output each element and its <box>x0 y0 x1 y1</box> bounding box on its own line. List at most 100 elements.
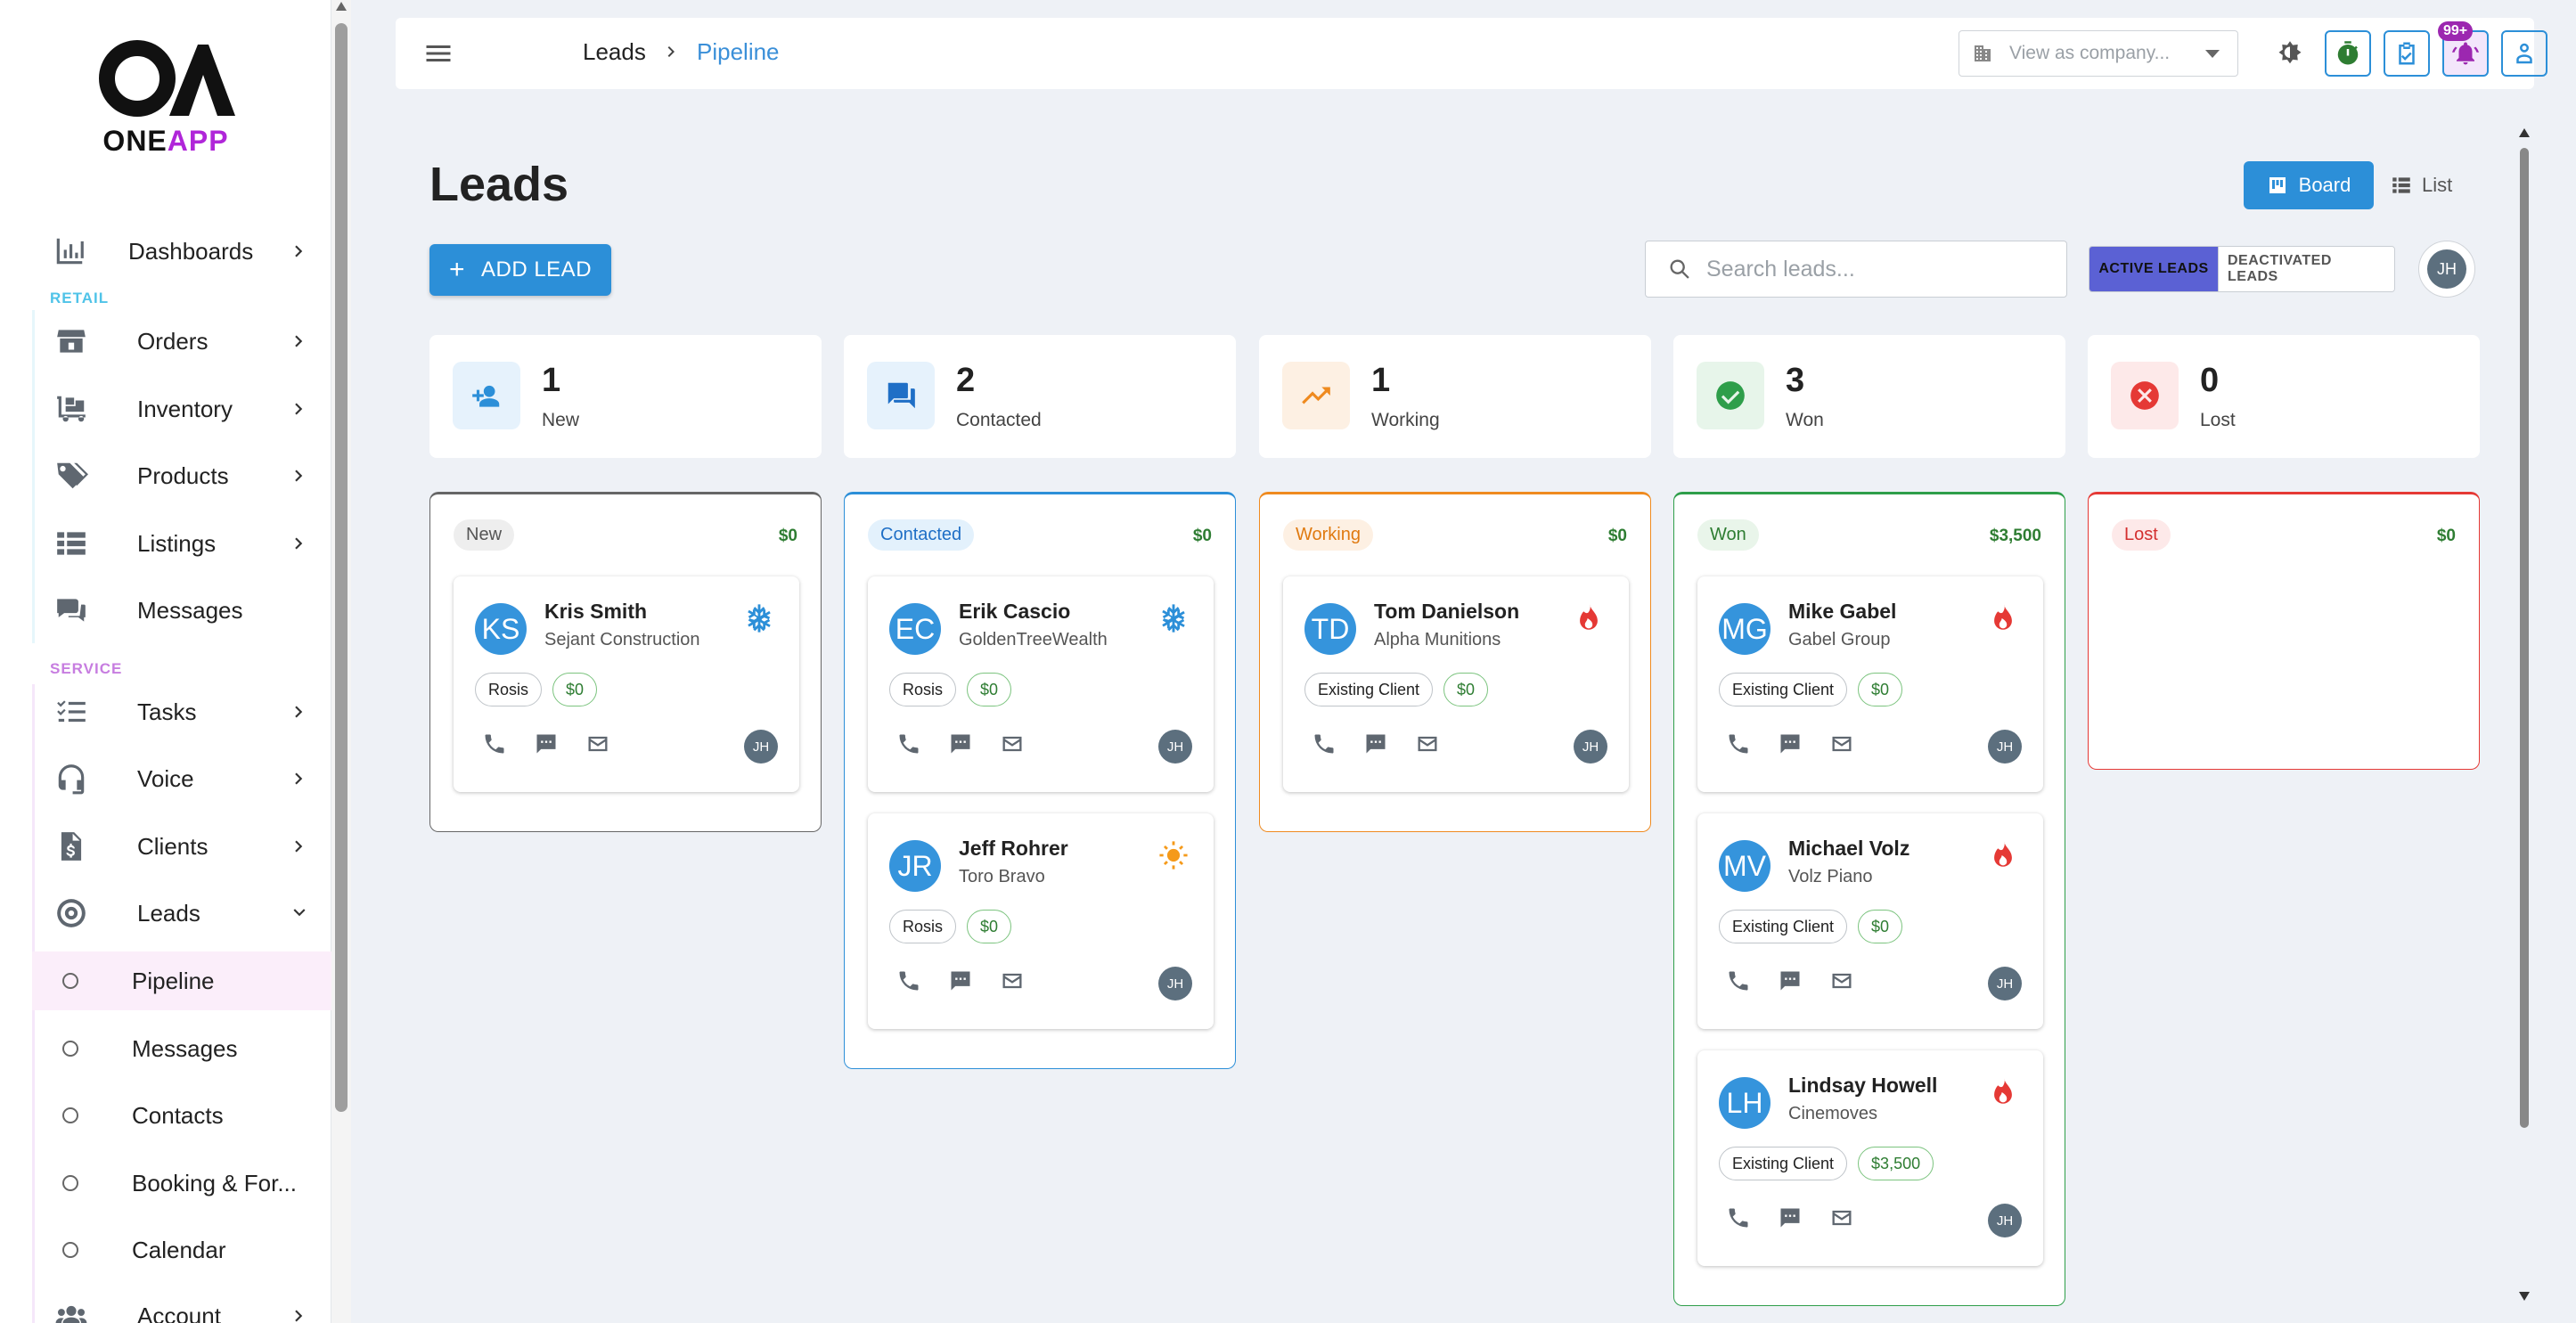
sidebar-item-inventory[interactable]: Inventory <box>32 381 317 437</box>
sidebar-item-clients[interactable]: Clients <box>32 819 317 874</box>
sidebar-item-messages[interactable]: Messages <box>32 583 317 638</box>
phone-icon[interactable] <box>895 730 923 758</box>
column-header: Won $3,500 <box>1697 519 2041 551</box>
user-filter-chip[interactable]: JH <box>2418 241 2475 298</box>
sms-icon[interactable] <box>946 730 975 758</box>
task-check-icon[interactable] <box>2384 30 2430 77</box>
scrollbar-thumb[interactable] <box>335 23 348 1112</box>
sidebar-subitem-contacts[interactable]: Contacts <box>32 1086 331 1145</box>
owner-avatar[interactable]: JH <box>1988 730 2022 764</box>
chevron-right-icon <box>661 41 683 62</box>
sidebar-subitem-pipeline[interactable]: Pipeline <box>32 951 331 1010</box>
sidebar-subitem-messages[interactable]: Messages <box>32 1019 331 1078</box>
sidebar-scrollbar[interactable] <box>331 0 351 1323</box>
owner-avatar[interactable]: JH <box>1158 730 1192 764</box>
column-header: Contacted $0 <box>868 519 1212 551</box>
column-total: $3,500 <box>1989 527 2041 545</box>
pipeline-column-working: Working $0 TD Tom Danielson Alpha Munitions E… <box>1259 492 1651 832</box>
email-icon[interactable] <box>584 730 612 758</box>
email-icon[interactable] <box>1828 1204 1856 1232</box>
lead-card[interactable]: MV Michael Volz Volz Piano Existing Client $… <box>1697 813 2043 1029</box>
avatar: TD <box>1304 603 1356 655</box>
sidebar-subitem-booking[interactable]: Booking & For... <box>32 1154 331 1213</box>
chevron-down-icon <box>282 895 317 931</box>
oneapp-logo[interactable]: ONEAPP <box>94 39 237 157</box>
lead-card[interactable]: JR Jeff Rohrer Toro Bravo Rosis $0 JH <box>868 813 1214 1029</box>
fire-icon[interactable] <box>1988 1077 2018 1107</box>
sidebar-item-voice[interactable]: Voice <box>32 751 317 806</box>
board-view-button[interactable]: Board <box>2244 161 2374 209</box>
phone-icon[interactable] <box>480 730 509 758</box>
sidebar-item-label: Tasks <box>137 698 197 725</box>
search-box <box>1645 241 2067 298</box>
phone-icon[interactable] <box>1724 1204 1753 1232</box>
sms-icon[interactable] <box>946 967 975 995</box>
dolly-icon <box>52 391 91 427</box>
lead-value-tag: $0 <box>967 673 1012 706</box>
lead-card[interactable]: TD Tom Danielson Alpha Munitions Existing C… <box>1283 576 1629 792</box>
breadcrumb-leads[interactable]: Leads <box>583 38 646 66</box>
sidebar-item-leads[interactable]: Leads <box>32 886 317 941</box>
sidebar: ONEAPP Dashboards RETAIL Orders Inventor… <box>0 0 331 1323</box>
owner-avatar[interactable]: JH <box>744 730 778 764</box>
phone-icon[interactable] <box>895 967 923 995</box>
fire-icon[interactable] <box>1988 603 2018 633</box>
owner-avatar[interactable]: JH <box>1158 967 1192 1000</box>
invoice-icon <box>52 829 91 864</box>
user-profile-icon[interactable] <box>2501 30 2547 77</box>
email-icon[interactable] <box>1828 730 1856 758</box>
sms-icon[interactable] <box>1776 967 1804 995</box>
sms-icon[interactable] <box>1776 730 1804 758</box>
lead-card[interactable]: KS Kris Smith Sejant Construction Rosis $0 JH <box>454 576 799 792</box>
fire-icon[interactable] <box>1574 603 1604 633</box>
list-view-button[interactable]: List <box>2390 161 2470 209</box>
sidebar-item-dashboards[interactable]: Dashboards <box>32 224 317 279</box>
lead-company: Alpha Munitions <box>1374 630 1501 649</box>
active-leads-toggle[interactable]: ACTIVE LEADS <box>2089 247 2218 291</box>
timer-icon[interactable] <box>2325 30 2371 77</box>
lead-card[interactable]: MG Mike Gabel Gabel Group Existing Client $0… <box>1697 576 2043 792</box>
scroll-up-arrow[interactable] <box>336 2 347 11</box>
scroll-down-arrow[interactable] <box>2519 1292 2530 1301</box>
email-icon[interactable] <box>998 730 1026 758</box>
circle-outline-icon <box>62 1041 78 1057</box>
sidebar-item-account[interactable]: Account <box>32 1288 317 1323</box>
kanban-icon <box>2269 177 2286 193</box>
company-select[interactable]: View as company... <box>1959 30 2238 77</box>
email-icon[interactable] <box>1413 730 1442 758</box>
main-scrollbar[interactable] <box>2516 125 2532 1323</box>
sun-icon[interactable] <box>1158 840 1189 870</box>
snowflake-icon[interactable] <box>1158 603 1189 633</box>
sms-icon[interactable] <box>532 730 560 758</box>
theme-toggle-icon[interactable] <box>2267 30 2313 77</box>
email-icon[interactable] <box>998 967 1026 995</box>
menu-icon[interactable] <box>422 37 454 69</box>
sidebar-item-tasks[interactable]: Tasks <box>32 684 317 739</box>
sidebar-item-listings[interactable]: Listings <box>32 516 317 571</box>
snowflake-icon[interactable] <box>744 603 774 633</box>
owner-avatar[interactable]: JH <box>1988 967 2022 1000</box>
owner-avatar[interactable]: JH <box>1988 1204 2022 1237</box>
email-icon[interactable] <box>1828 967 1856 995</box>
add-lead-button[interactable]: + ADD LEAD <box>429 244 611 296</box>
sms-icon[interactable] <box>1776 1204 1804 1232</box>
deactivated-leads-toggle[interactable]: DEACTIVATED LEADS <box>2218 247 2394 291</box>
phone-icon[interactable] <box>1724 967 1753 995</box>
scrollbar-thumb[interactable] <box>2520 148 2529 1128</box>
lead-card[interactable]: LH Lindsay Howell Cinemoves Existing Client… <box>1697 1050 2043 1266</box>
lead-actions <box>480 730 612 758</box>
sidebar-item-orders[interactable]: Orders <box>32 314 317 369</box>
sidebar-item-products[interactable]: Products <box>32 448 317 503</box>
fire-icon[interactable] <box>1988 840 2018 870</box>
owner-avatar[interactable]: JH <box>1574 730 1607 764</box>
oa-logo-mark <box>99 40 235 117</box>
search-input[interactable] <box>1706 256 2063 282</box>
column-total: $0 <box>1607 527 1627 545</box>
sidebar-subitem-calendar[interactable]: Calendar <box>32 1221 331 1279</box>
phone-icon[interactable] <box>1310 730 1338 758</box>
breadcrumb-pipeline: Pipeline <box>697 38 780 65</box>
lead-card[interactable]: EC Erik Cascio GoldenTreeWealth Rosis $0 JH <box>868 576 1214 792</box>
phone-icon[interactable] <box>1724 730 1753 758</box>
sms-icon[interactable] <box>1362 730 1390 758</box>
scroll-up-arrow[interactable] <box>2519 128 2530 137</box>
